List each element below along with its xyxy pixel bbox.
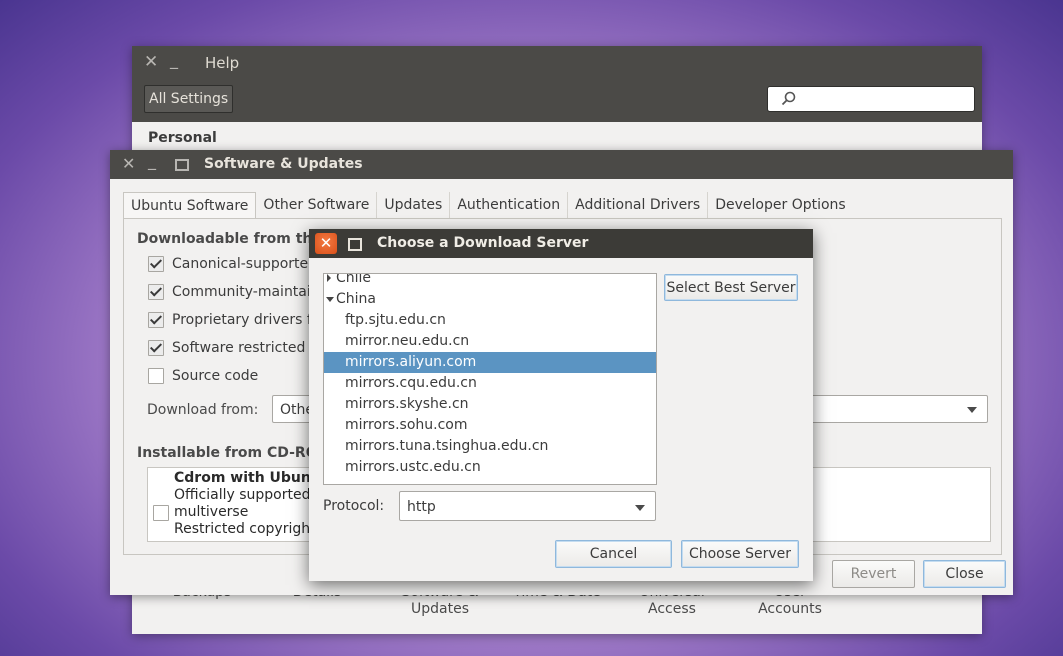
search-icon	[781, 91, 796, 106]
personal-section-title: Personal	[148, 130, 217, 146]
checkbox-canonical-supported[interactable]: Canonical-supported	[148, 256, 317, 272]
list-item[interactable]: mirrors.cqu.edu.cn	[324, 373, 656, 394]
choose-server-button[interactable]: Choose Server	[681, 540, 799, 568]
download-from-label: Download from:	[147, 402, 259, 418]
collapse-arrow-icon[interactable]	[326, 297, 334, 302]
cdrom-line-2: multiverse	[174, 504, 249, 520]
cdrom-line-1: Officially supported	[174, 487, 311, 503]
cdrom-name: Cdrom with Ubuntu	[174, 470, 328, 486]
protocol-label: Protocol:	[323, 498, 385, 514]
close-icon[interactable]: ✕	[122, 156, 135, 172]
maximize-icon[interactable]	[175, 159, 189, 171]
settings-titlebar: ✕ _ Help All Settings	[132, 46, 982, 122]
close-icon[interactable]: ✕	[315, 233, 337, 254]
tab-authentication[interactable]: Authentication	[450, 192, 569, 219]
protocol-select[interactable]: http	[399, 491, 656, 521]
list-item[interactable]: mirrors.ustc.edu.cn	[324, 457, 656, 478]
checkbox-label: Source code	[172, 368, 259, 384]
tree-country-chile[interactable]: Chile	[324, 273, 656, 289]
select-best-server-button[interactable]: Select Best Server	[664, 274, 798, 301]
tab-updates[interactable]: Updates	[377, 192, 451, 219]
settings-title: Help	[205, 54, 240, 72]
protocol-value: http	[407, 499, 436, 515]
all-settings-button[interactable]: All Settings	[144, 85, 234, 113]
tab-ubuntu-software[interactable]: Ubuntu Software	[123, 192, 257, 219]
checkbox-source-code[interactable]: Source code	[148, 368, 258, 384]
checkbox-icon[interactable]	[148, 368, 164, 384]
country-label: Chile	[336, 273, 372, 286]
expand-arrow-icon[interactable]	[327, 274, 331, 282]
chevron-down-icon	[967, 407, 977, 413]
list-item[interactable]: ftp.sjtu.edu.cn	[324, 310, 656, 331]
software-updates-title: Software & Updates	[204, 156, 363, 172]
list-item[interactable]: mirror.neu.edu.cn	[324, 331, 656, 352]
chevron-down-icon	[635, 505, 645, 511]
software-updates-titlebar: ✕ _ Software & Updates	[110, 150, 1013, 179]
minimize-icon[interactable]: _	[148, 153, 156, 169]
cdrom-section-title: Installable from CD-ROM	[137, 445, 332, 461]
tree-country-china[interactable]: China	[324, 289, 656, 310]
checkbox-icon[interactable]	[148, 284, 164, 300]
list-item-selected[interactable]: mirrors.aliyun.com	[324, 352, 656, 373]
list-item[interactable]: mirrors.sohu.com	[324, 415, 656, 436]
cancel-button[interactable]: Cancel	[555, 540, 672, 568]
checkbox-label: Software restricted b	[172, 340, 319, 356]
tab-additional-drivers[interactable]: Additional Drivers	[568, 192, 709, 219]
close-button[interactable]: Close	[923, 560, 1006, 588]
close-icon[interactable]: ✕	[144, 54, 158, 71]
list-item[interactable]: mirrors.skyshe.cn	[324, 394, 656, 415]
tab-other-software[interactable]: Other Software	[256, 192, 378, 219]
checkbox-restricted-software[interactable]: Software restricted b	[148, 340, 319, 356]
checkbox-icon[interactable]	[148, 340, 164, 356]
checkbox-icon[interactable]	[148, 256, 164, 272]
cdrom-line-3: Restricted copyright	[174, 521, 316, 537]
dialog-title: Choose a Download Server	[377, 235, 589, 251]
checkbox-label: Community-maintain	[172, 284, 320, 300]
search-input[interactable]	[767, 86, 975, 112]
list-item[interactable]: mirrors.tuna.tsinghua.edu.cn	[324, 436, 656, 457]
checkbox-icon[interactable]	[148, 312, 164, 328]
checkbox-label: Canonical-supported	[172, 256, 318, 272]
tab-developer-options[interactable]: Developer Options	[708, 192, 852, 219]
checkbox-proprietary-drivers[interactable]: Proprietary drivers f	[148, 312, 312, 328]
maximize-icon[interactable]	[348, 238, 362, 251]
minimize-icon[interactable]: _	[170, 52, 178, 68]
dialog-titlebar: ✕ Choose a Download Server	[309, 229, 813, 258]
choose-server-dialog: ✕ Choose a Download Server Chile China f…	[309, 229, 813, 581]
checkbox-cdrom[interactable]	[153, 505, 169, 521]
tab-bar: Ubuntu Software Other Software Updates A…	[123, 192, 853, 219]
revert-button[interactable]: Revert	[832, 560, 915, 588]
country-label: China	[336, 291, 376, 307]
server-tree-list[interactable]: Chile China ftp.sjtu.edu.cn mirror.neu.e…	[323, 273, 657, 485]
checkbox-community-maintained[interactable]: Community-maintain	[148, 284, 320, 300]
downloadable-section-title: Downloadable from the	[137, 231, 322, 247]
checkbox-label: Proprietary drivers f	[172, 312, 312, 328]
